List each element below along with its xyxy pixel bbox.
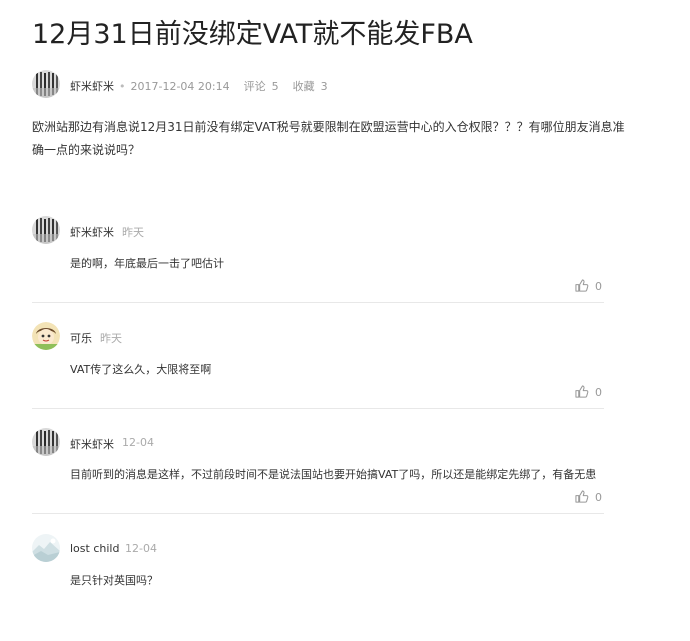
- comment-author[interactable]: lost child: [70, 542, 119, 555]
- comment-text: 目前听到的消息是这样，不过前段时间不是说法国站也要开始搞VAT了吗，所以还是能绑…: [70, 468, 597, 481]
- comment-avatar[interactable]: [32, 322, 60, 350]
- comment-text: 是的啊，年底最后一击了吧估计: [70, 257, 224, 270]
- comment-author[interactable]: 虾米虾米: [70, 224, 114, 240]
- like-count: 0: [595, 279, 602, 293]
- comment-avatar[interactable]: [32, 216, 60, 244]
- favorites-label[interactable]: 收藏: [293, 78, 315, 94]
- comment-time: 12-04: [125, 542, 157, 555]
- post-author-name[interactable]: 虾米虾米: [70, 78, 114, 94]
- like-count: 0: [595, 490, 602, 504]
- comment-text: VAT传了这么久，大限将至啊: [70, 363, 212, 376]
- like-button[interactable]: 0: [575, 490, 602, 504]
- comment-author[interactable]: 可乐: [70, 330, 92, 346]
- comments-label[interactable]: 评论: [244, 78, 266, 94]
- post-author-avatar[interactable]: [32, 70, 60, 98]
- post-meta: 虾米虾米 • 2017-12-04 20:14 评论 5 收藏 3: [70, 78, 328, 94]
- post-title: 12月31日前没绑定VAT就不能发FBA: [32, 19, 473, 50]
- comment-text: 是只针对英国吗？: [70, 574, 158, 587]
- comment-divider: [32, 408, 604, 409]
- comment-time: 12-04: [122, 436, 154, 449]
- comment-author[interactable]: 虾米虾米: [70, 436, 114, 452]
- comment-avatar[interactable]: [32, 534, 60, 562]
- comment-divider: [32, 513, 604, 514]
- favorites-count[interactable]: 3: [321, 80, 328, 93]
- post-date: 2017-12-04 20:14: [130, 79, 230, 93]
- comment-divider: [32, 302, 604, 303]
- post-body: 欧洲站那边有消息说12月31日前没有绑定VAT税号就要限制在欧盟运营中心的入仓权…: [32, 120, 625, 157]
- comment-time: 昨天: [100, 332, 122, 345]
- like-button[interactable]: 0: [575, 279, 602, 293]
- comment-time: 昨天: [122, 226, 144, 239]
- meta-dot: •: [119, 79, 126, 93]
- comments-count[interactable]: 5: [272, 80, 279, 93]
- thumbs-up-icon: [575, 385, 589, 398]
- comment-avatar[interactable]: [32, 428, 60, 456]
- thumbs-up-icon: [575, 279, 589, 292]
- like-button[interactable]: 0: [575, 385, 602, 399]
- thumbs-up-icon: [575, 490, 589, 503]
- like-count: 0: [595, 385, 602, 399]
